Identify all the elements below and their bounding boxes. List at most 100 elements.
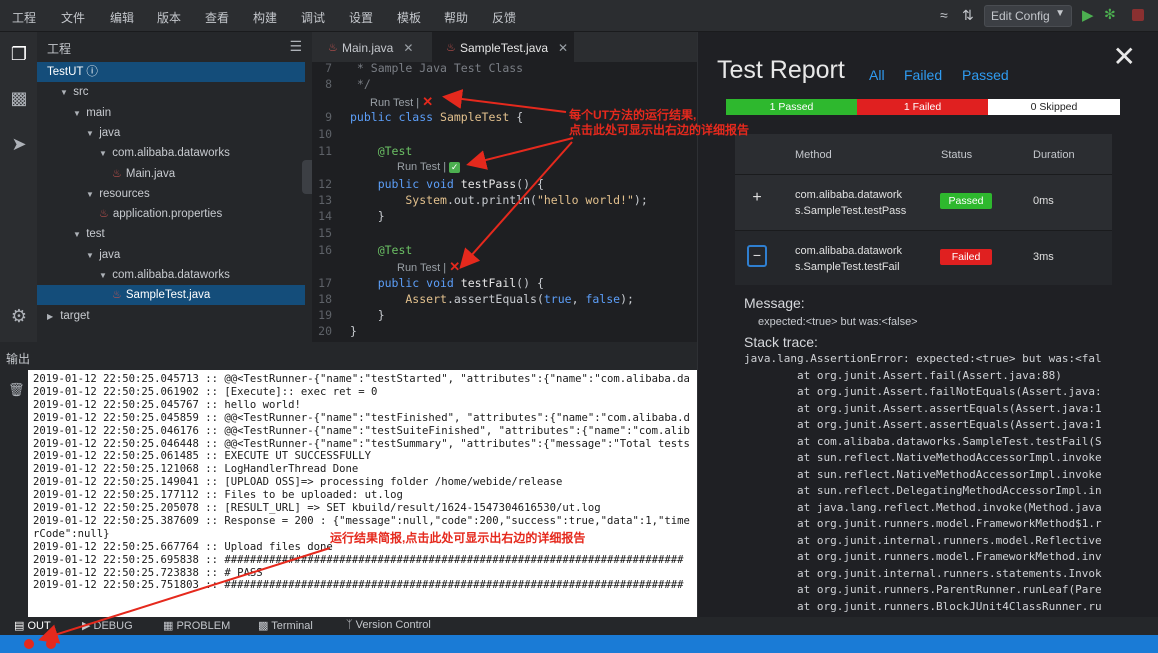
summary-failed[interactable]: 1 Failed <box>857 99 988 115</box>
sort-icon[interactable]: ⇅ <box>962 7 974 24</box>
stop-icon[interactable] <box>1132 9 1144 21</box>
tree-item-label: java <box>99 126 121 139</box>
tree-item[interactable]: ▼ resources <box>37 184 305 204</box>
chevron-down-icon[interactable]: ▼ <box>60 83 70 103</box>
tab-debug[interactable]: ▶ DEBUG <box>82 619 133 632</box>
tree-item[interactable]: ▼ java <box>37 123 305 143</box>
tree-item[interactable]: ♨ SampleTest.java <box>37 285 305 306</box>
trash-icon[interactable]: 🗑 <box>8 382 25 398</box>
activity-bar: ❐ ▩ ➤ ⚙ <box>0 32 37 342</box>
stack-trace-line: at org.junit.Assert.assertEquals(Assert.… <box>744 401 1102 415</box>
output-console[interactable]: 2019-01-12 22:50:25.045713 :: @@<TestRun… <box>28 370 697 618</box>
menu-edit[interactable]: 编辑 <box>110 9 134 26</box>
code-line: 18 Assert.assertEquals(true, false); <box>318 292 634 306</box>
info-icon[interactable]: ⓘ <box>83 66 98 78</box>
java-file-icon: ♨ <box>99 208 109 221</box>
method-line: com.alibaba.datawork <box>795 189 903 201</box>
chevron-down-icon[interactable]: ▼ <box>73 104 83 124</box>
tree-item-label: application.properties <box>112 208 223 221</box>
tree-item[interactable]: ▶ target <box>37 306 305 326</box>
method-cell: com.alibaba.datawork s.SampleTest.testPas… <box>795 187 920 219</box>
menu-help[interactable]: 帮助 <box>444 9 468 26</box>
chevron-down-icon[interactable]: ▼ <box>99 144 109 164</box>
chevron-down-icon[interactable]: ▼ <box>86 185 96 205</box>
tree-item-label: TestUT <box>47 66 84 78</box>
gear-icon[interactable]: ⚙ <box>8 306 30 328</box>
tab-version-control[interactable]: ᛉ Version Control <box>346 619 431 631</box>
tree-item[interactable]: ▼ main <box>37 103 305 123</box>
menu-project[interactable]: 工程 <box>12 9 36 26</box>
chevron-right-icon[interactable]: ▶ <box>47 307 57 327</box>
tree-item[interactable]: ▼ com.alibaba.dataworks <box>37 143 305 163</box>
run-test-lens-fail[interactable]: Run Test | ✕ <box>397 259 460 274</box>
chevron-down-icon[interactable]: ▼ <box>73 225 83 245</box>
column-header-status: Status <box>941 149 973 161</box>
sidebar-collapse-handle[interactable] <box>302 160 312 194</box>
share-icon[interactable]: ≈ <box>940 7 948 23</box>
stack-trace-line: at sun.reflect.DelegatingMethodAccessorI… <box>744 484 1102 497</box>
error-status-icon[interactable] <box>24 639 34 649</box>
chevron-down-icon[interactable]: ▼ <box>86 246 96 266</box>
tab-label: DEBUG <box>93 620 133 632</box>
close-icon[interactable]: ✕ <box>558 41 568 55</box>
code-line: 8 */ <box>325 77 371 91</box>
java-file-icon: ♨ <box>446 42 456 54</box>
log-line: 2019-01-12 22:50:25.061485 :: EXECUTE UT… <box>33 450 372 463</box>
edit-config-select[interactable]: Edit Config ▼ <box>984 5 1072 27</box>
tab-terminal[interactable]: ▩ Terminal <box>258 619 313 632</box>
tab-sampletest-java[interactable]: ♨ SampleTest.java ✕ <box>432 32 574 62</box>
tab-problem[interactable]: ▦ PROBLEM <box>163 619 230 632</box>
chevron-down-icon[interactable]: ▼ <box>86 124 96 144</box>
filter-all-link[interactable]: All <box>869 67 885 83</box>
menu-settings[interactable]: 设置 <box>349 9 373 26</box>
filter-failed-link[interactable]: Failed <box>904 67 942 83</box>
test-report-panel: Test Report All Failed Passed ✕ 1 Passed… <box>697 32 1158 617</box>
package-icon[interactable]: ▩ <box>8 88 30 110</box>
filter-passed-link[interactable]: Passed <box>962 67 1009 83</box>
status-bar <box>0 635 1158 653</box>
menu-feedback[interactable]: 反馈 <box>492 9 516 26</box>
menu-file[interactable]: 文件 <box>61 9 85 26</box>
tree-item[interactable]: TestUT ⓘ <box>37 62 305 82</box>
close-icon[interactable]: ✕ <box>1113 40 1136 73</box>
tree-item[interactable]: ▼ test <box>37 224 305 244</box>
stack-trace-line: at org.junit.internal.runners.model.Refl… <box>744 533 1102 547</box>
tab-main-java[interactable]: ♨ Main.java ✕ <box>318 32 428 62</box>
error-status-icon[interactable] <box>46 639 56 649</box>
message-label: Message: <box>744 295 805 311</box>
tab-label: Version Control <box>355 619 431 631</box>
menu-template[interactable]: 模板 <box>397 9 421 26</box>
run-test-lens-pass[interactable]: Run Test | ✓ <box>397 160 461 175</box>
tree-item[interactable]: ♨ Main.java <box>37 164 305 184</box>
stack-trace-line: at org.junit.runners.model.FrameworkMeth… <box>744 517 1102 530</box>
table-row[interactable]: − com.alibaba.datawork s.SampleTest.testF… <box>735 230 1112 285</box>
debug-bug-icon[interactable]: ✻ <box>1104 6 1116 23</box>
chevron-down-icon[interactable]: ▼ <box>99 266 109 286</box>
stack-trace-line: at com.alibaba.dataworks.SampleTest.test… <box>744 434 1102 448</box>
menu-version[interactable]: 版本 <box>157 9 181 26</box>
stack-trace-line: at org.junit.Assert.fail(Assert.java:88) <box>744 368 1062 382</box>
list-menu-icon[interactable]: ☰ <box>289 38 302 55</box>
table-row[interactable]: + com.alibaba.datawork s.SampleTest.testP… <box>735 174 1112 229</box>
run-icon[interactable]: ▶ <box>1082 6 1094 24</box>
close-icon[interactable]: ✕ <box>403 41 413 55</box>
send-icon[interactable]: ➤ <box>8 134 30 156</box>
expand-plus-icon[interactable]: + <box>747 189 767 211</box>
tree-item[interactable]: ♨ application.properties <box>37 204 305 224</box>
summary-skipped[interactable]: 0 Skipped <box>988 99 1120 115</box>
menu-build[interactable]: 构建 <box>253 9 277 26</box>
tree-item[interactable]: ▼ src <box>37 82 305 102</box>
menu-debug[interactable]: 调试 <box>301 9 325 26</box>
method-cell: com.alibaba.datawork s.SampleTest.testFai… <box>795 243 920 275</box>
collapse-minus-icon[interactable]: − <box>747 245 767 267</box>
files-icon[interactable]: ❐ <box>8 44 30 66</box>
annotation-ut-result: 每个UT方法的运行结果, 点击此处可显示出右边的详细报告 <box>569 108 749 138</box>
tree-item[interactable]: ▼ java <box>37 245 305 265</box>
tab-out[interactable]: ▤ OUT <box>14 619 51 632</box>
tree-item[interactable]: ▼ com.alibaba.dataworks <box>37 265 305 285</box>
run-test-lens-class[interactable]: Run Test | ✕ <box>370 94 433 109</box>
menu-view[interactable]: 查看 <box>205 9 229 26</box>
log-line: 2019-01-12 22:50:25.046448 :: @@<TestRun… <box>33 437 690 450</box>
summary-bar[interactable]: 1 Passed 1 Failed 0 Skipped <box>726 99 1120 115</box>
edit-config-label: Edit Config <box>991 9 1050 23</box>
